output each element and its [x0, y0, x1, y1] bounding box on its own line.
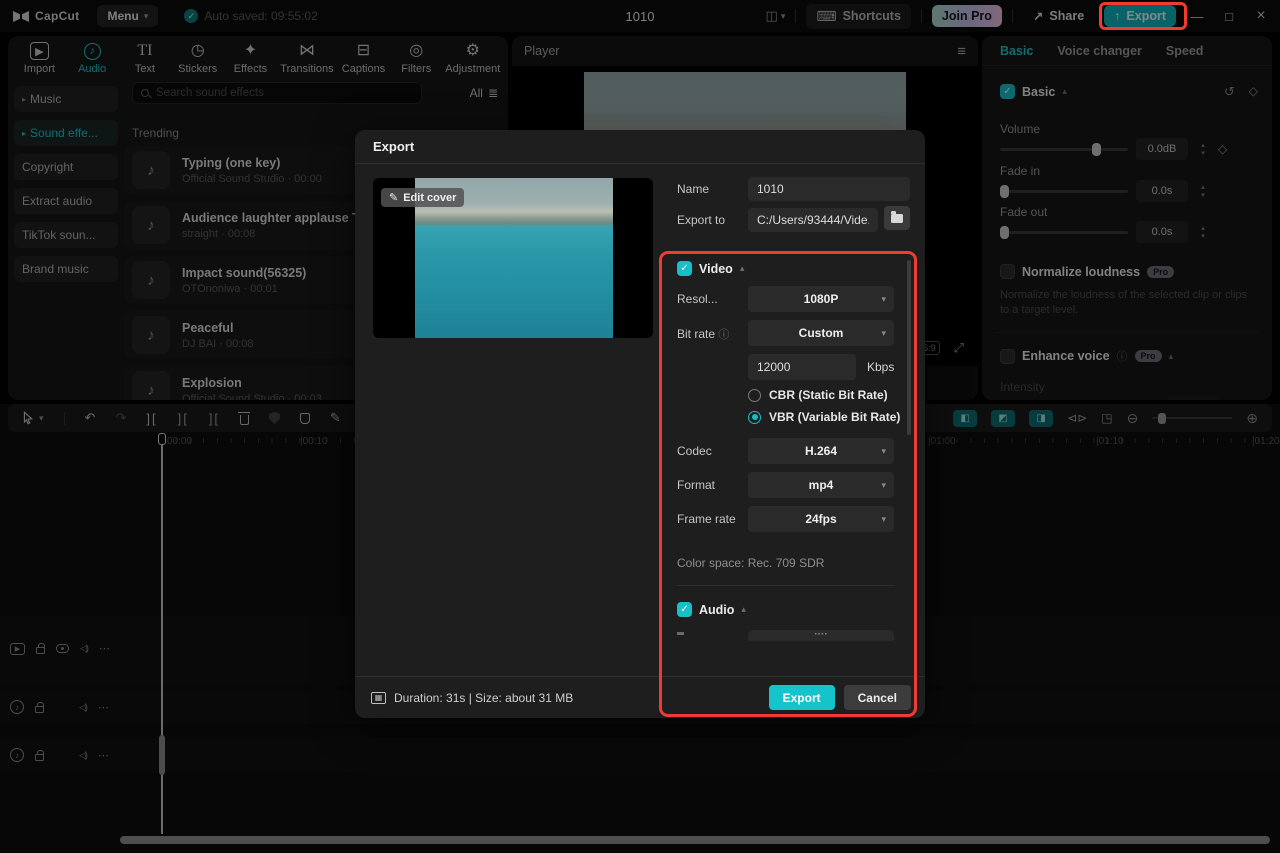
pencil-icon: ✎ [389, 191, 398, 204]
name-label: Name [677, 182, 709, 196]
name-input[interactable] [748, 177, 910, 201]
export-to-input[interactable] [748, 208, 878, 232]
edit-cover-button[interactable]: ✎ Edit cover [381, 188, 464, 207]
export-to-label: Export to [677, 213, 725, 227]
export-dialog-title: Export [355, 130, 925, 164]
annotation-video-settings [659, 251, 917, 717]
export-cover-preview: ✎ Edit cover [373, 178, 653, 338]
film-icon: ▦ [371, 692, 386, 704]
capcut-window: CapCut Menu ▾ ✓ Auto saved: 09:55:02 101… [0, 0, 1280, 853]
folder-icon [891, 214, 903, 223]
export-info: Duration: 31s | Size: about 31 MB [394, 691, 573, 705]
edit-cover-label: Edit cover [403, 192, 456, 204]
browse-folder-button[interactable] [884, 206, 910, 230]
annotation-export-button [1099, 2, 1187, 30]
